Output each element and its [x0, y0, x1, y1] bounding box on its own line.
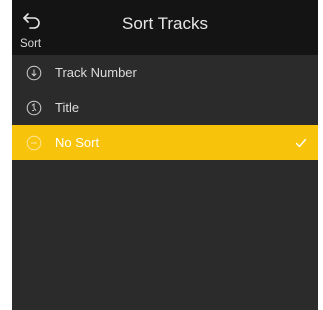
sort-option-label: No Sort	[55, 135, 100, 150]
sort-options-list: Track Number Title No Sort	[12, 55, 318, 160]
sort-option-label: Title	[55, 100, 80, 115]
no-sort-icon	[26, 135, 42, 151]
back-label[interactable]: Sort	[20, 37, 41, 51]
sort-title-icon	[26, 100, 42, 116]
page-title: Sort Tracks	[122, 14, 208, 33]
back-arrow-icon	[23, 13, 40, 29]
sort-option-label: Track Number	[55, 65, 137, 80]
sort-option-title[interactable]: Title	[12, 90, 318, 125]
back-button[interactable]	[20, 10, 44, 32]
nav-header: Sort Sort Tracks	[12, 0, 318, 55]
sort-option-track-number[interactable]: Track Number	[12, 55, 318, 90]
sort-option-no-sort[interactable]: No Sort	[12, 125, 318, 160]
sort-number-icon	[26, 65, 42, 81]
checkmark-icon	[295, 138, 307, 148]
sort-tracks-screen: Sort Sort Tracks Track Number Title No S…	[12, 0, 318, 310]
